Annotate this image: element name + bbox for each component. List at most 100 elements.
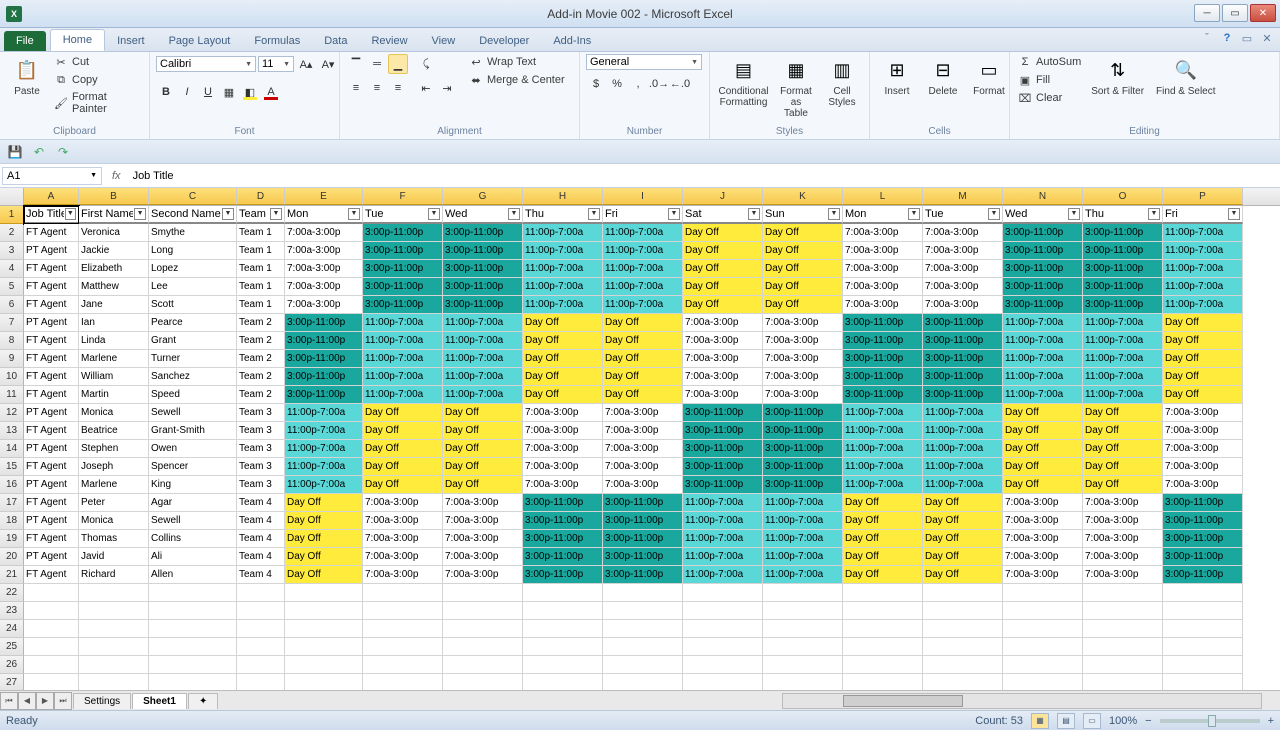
fx-icon[interactable]: fx — [104, 170, 129, 182]
data-cell[interactable]: Beatrice — [79, 422, 149, 440]
shift-cell[interactable]: 7:00a-3:00p — [523, 404, 603, 422]
wrap-text-button[interactable]: ↩Wrap Text — [467, 54, 567, 70]
data-cell[interactable]: FT Agent — [24, 278, 79, 296]
shift-cell[interactable]: 3:00p-11:00p — [523, 566, 603, 584]
shift-cell[interactable]: 3:00p-11:00p — [683, 404, 763, 422]
shift-cell[interactable]: Day Off — [603, 332, 683, 350]
empty-cell[interactable] — [923, 656, 1003, 674]
shift-cell[interactable]: 7:00a-3:00p — [1163, 404, 1243, 422]
shift-cell[interactable]: 11:00p-7:00a — [923, 440, 1003, 458]
data-cell[interactable]: Team 1 — [237, 296, 285, 314]
shift-cell[interactable]: 3:00p-11:00p — [1003, 260, 1083, 278]
shift-cell[interactable]: Day Off — [1083, 404, 1163, 422]
shift-cell[interactable]: 7:00a-3:00p — [923, 278, 1003, 296]
data-cell[interactable]: PT Agent — [24, 404, 79, 422]
shift-cell[interactable]: 3:00p-11:00p — [1163, 530, 1243, 548]
shift-cell[interactable]: Day Off — [363, 476, 443, 494]
cell-styles-button[interactable]: ▥Cell Styles — [821, 54, 863, 110]
col-header-P[interactable]: P — [1163, 188, 1243, 205]
shift-cell[interactable]: 11:00p-7:00a — [363, 350, 443, 368]
zoom-slider[interactable] — [1160, 719, 1260, 723]
data-cell[interactable]: Jane — [79, 296, 149, 314]
shift-cell[interactable]: Day Off — [843, 494, 923, 512]
shift-cell[interactable]: 11:00p-7:00a — [763, 566, 843, 584]
shift-cell[interactable]: Day Off — [1003, 458, 1083, 476]
empty-cell[interactable] — [603, 602, 683, 620]
empty-cell[interactable] — [285, 584, 363, 602]
tab-file[interactable]: File — [4, 31, 46, 51]
data-cell[interactable]: PT Agent — [24, 242, 79, 260]
shift-cell[interactable]: 7:00a-3:00p — [683, 350, 763, 368]
shift-cell[interactable]: 11:00p-7:00a — [603, 260, 683, 278]
shift-cell[interactable]: 11:00p-7:00a — [285, 440, 363, 458]
shift-cell[interactable]: Day Off — [523, 332, 603, 350]
shift-cell[interactable]: Day Off — [843, 566, 923, 584]
empty-cell[interactable] — [1163, 584, 1243, 602]
empty-cell[interactable] — [24, 674, 79, 690]
shift-cell[interactable]: 7:00a-3:00p — [1003, 566, 1083, 584]
data-cell[interactable]: Joseph — [79, 458, 149, 476]
empty-cell[interactable] — [683, 638, 763, 656]
data-cell[interactable]: Team 3 — [237, 440, 285, 458]
col-header-D[interactable]: D — [237, 188, 285, 205]
empty-cell[interactable] — [1083, 620, 1163, 638]
empty-cell[interactable] — [923, 674, 1003, 690]
row-header[interactable]: 22 — [0, 584, 24, 602]
row-header[interactable]: 12 — [0, 404, 24, 422]
font-size-combo[interactable]: 11▼ — [258, 56, 294, 72]
align-top-button[interactable]: ▔ — [346, 54, 366, 74]
shift-cell[interactable]: Day Off — [683, 224, 763, 242]
undo-icon[interactable]: ↶ — [30, 143, 48, 161]
shift-cell[interactable]: Day Off — [1083, 422, 1163, 440]
shift-cell[interactable]: 3:00p-11:00p — [1083, 278, 1163, 296]
shift-cell[interactable]: 7:00a-3:00p — [443, 494, 523, 512]
shift-cell[interactable]: 7:00a-3:00p — [1003, 530, 1083, 548]
shift-cell[interactable]: Day Off — [523, 386, 603, 404]
shift-cell[interactable]: Day Off — [923, 566, 1003, 584]
empty-cell[interactable] — [24, 638, 79, 656]
data-cell[interactable]: Ian — [79, 314, 149, 332]
col-header-E[interactable]: E — [285, 188, 363, 205]
shift-cell[interactable]: 11:00p-7:00a — [763, 512, 843, 530]
help-icon[interactable]: ? — [1220, 31, 1234, 45]
shift-cell[interactable]: Day Off — [443, 476, 523, 494]
shift-cell[interactable]: 11:00p-7:00a — [443, 332, 523, 350]
shift-cell[interactable]: 7:00a-3:00p — [923, 224, 1003, 242]
empty-cell[interactable] — [603, 584, 683, 602]
empty-cell[interactable] — [237, 602, 285, 620]
empty-cell[interactable] — [843, 602, 923, 620]
tab-home[interactable]: Home — [50, 29, 105, 51]
close-button[interactable]: ✕ — [1250, 4, 1276, 22]
shift-cell[interactable]: 7:00a-3:00p — [443, 512, 523, 530]
shift-cell[interactable]: 7:00a-3:00p — [843, 296, 923, 314]
shift-cell[interactable]: 11:00p-7:00a — [443, 314, 523, 332]
data-cell[interactable]: FT Agent — [24, 260, 79, 278]
col-header-I[interactable]: I — [603, 188, 683, 205]
empty-cell[interactable] — [79, 656, 149, 674]
header-cell[interactable]: Sat▼ — [683, 206, 763, 224]
align-right-button[interactable]: ≡ — [388, 78, 408, 98]
col-header-L[interactable]: L — [843, 188, 923, 205]
data-cell[interactable]: Team 4 — [237, 566, 285, 584]
empty-cell[interactable] — [443, 638, 523, 656]
empty-cell[interactable] — [763, 584, 843, 602]
shift-cell[interactable]: 7:00a-3:00p — [363, 512, 443, 530]
minimize-ribbon-icon[interactable]: ˇ — [1200, 31, 1214, 45]
row-header[interactable]: 27 — [0, 674, 24, 690]
align-left-button[interactable]: ≡ — [346, 78, 366, 98]
shift-cell[interactable]: 11:00p-7:00a — [285, 458, 363, 476]
data-cell[interactable]: Long — [149, 242, 237, 260]
shift-cell[interactable]: 11:00p-7:00a — [683, 548, 763, 566]
shift-cell[interactable]: 11:00p-7:00a — [763, 530, 843, 548]
shift-cell[interactable]: 11:00p-7:00a — [683, 512, 763, 530]
shift-cell[interactable]: 7:00a-3:00p — [763, 332, 843, 350]
empty-cell[interactable] — [24, 620, 79, 638]
shift-cell[interactable]: 3:00p-11:00p — [523, 494, 603, 512]
shift-cell[interactable]: 3:00p-11:00p — [683, 440, 763, 458]
empty-cell[interactable] — [363, 656, 443, 674]
shift-cell[interactable]: Day Off — [1163, 386, 1243, 404]
shift-cell[interactable]: Day Off — [285, 512, 363, 530]
data-cell[interactable]: PT Agent — [24, 314, 79, 332]
shift-cell[interactable]: 7:00a-3:00p — [683, 314, 763, 332]
shift-cell[interactable]: 11:00p-7:00a — [443, 386, 523, 404]
